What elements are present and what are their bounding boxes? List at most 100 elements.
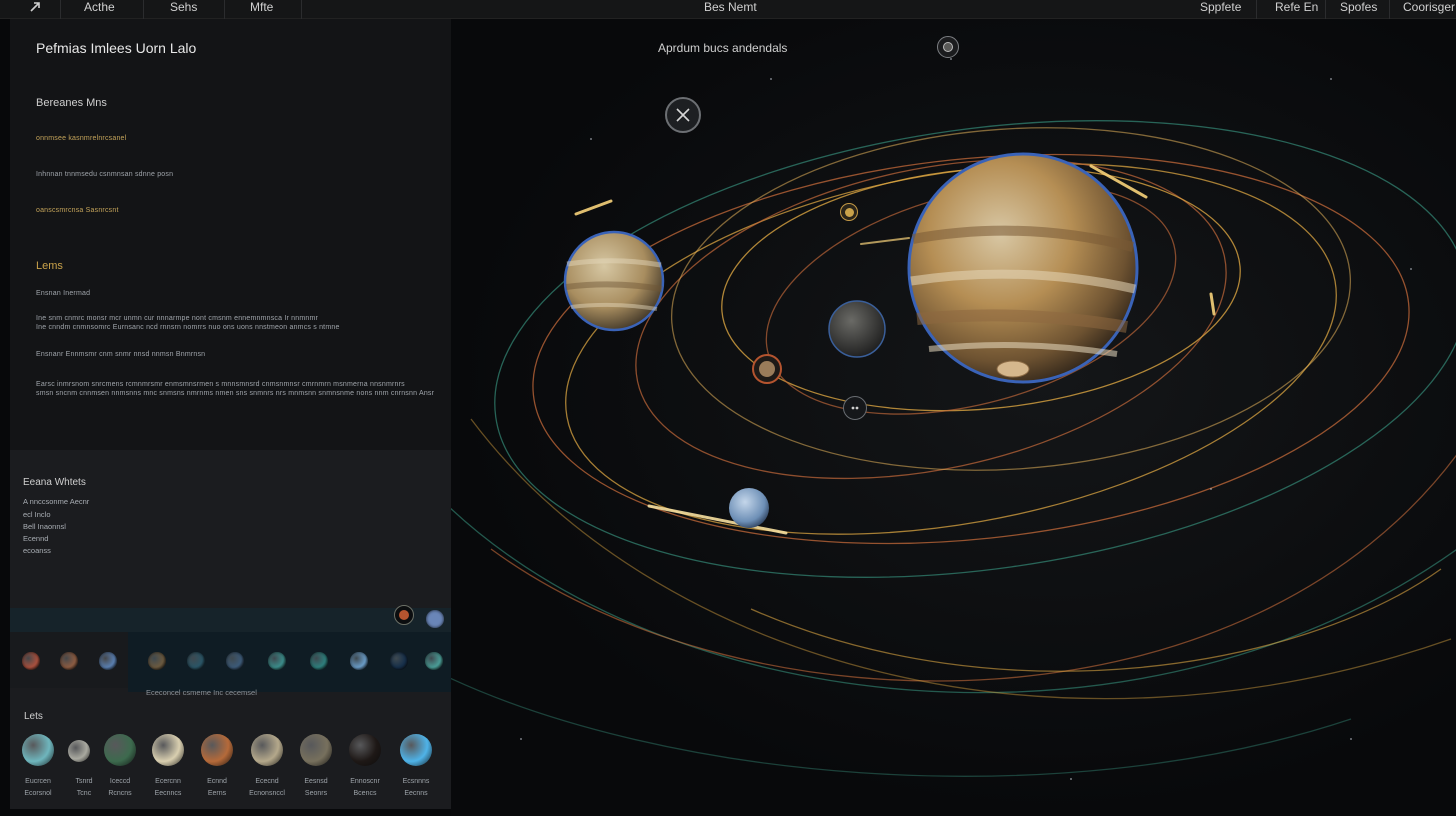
close-icon bbox=[676, 108, 690, 122]
planet-thumb[interactable] bbox=[60, 652, 78, 670]
gallery-sub: Bcencs bbox=[353, 790, 377, 797]
back-arrow-icon bbox=[30, 2, 40, 12]
gallery-caption: Eesnsd Seonrs bbox=[288, 776, 344, 800]
close-button[interactable] bbox=[665, 97, 701, 133]
orbit-paths bbox=[451, 120, 1456, 777]
record-icon bbox=[399, 610, 409, 620]
info-line: Ensnan Inermad bbox=[36, 290, 91, 297]
gallery-caption: Ecnnd Eerns bbox=[189, 776, 245, 800]
star bbox=[1210, 488, 1212, 490]
list-item[interactable]: ecl Inclo bbox=[23, 510, 51, 519]
menu-item-3[interactable]: Mfte bbox=[246, 0, 277, 19]
info-line: Ine snm cnmrc monsr mcr unmn cur nnnarmp… bbox=[36, 315, 319, 322]
info-line: smsn sncnm cnnmsen nnmsnns mnc snmsns nm… bbox=[36, 390, 435, 397]
list-item[interactable]: Bell Inaonnsl bbox=[23, 522, 66, 531]
divider bbox=[60, 0, 61, 19]
banded-planet bbox=[563, 230, 665, 332]
planet-thumb[interactable] bbox=[148, 652, 166, 670]
section-title: Bereanes Mns bbox=[36, 97, 107, 109]
orbit-path bbox=[451, 677, 1352, 777]
planet-thumb[interactable] bbox=[425, 652, 443, 670]
planet-thumb[interactable] bbox=[226, 652, 244, 670]
target-button[interactable] bbox=[937, 36, 959, 58]
dots-icon bbox=[851, 406, 859, 410]
orbit-path bbox=[451, 507, 1456, 694]
menu-item-right-1[interactable]: Sppfete bbox=[1196, 0, 1245, 19]
strip-caption: Ececoncel csmeme Inc cecemsel bbox=[146, 688, 257, 697]
planet-thumb[interactable] bbox=[426, 610, 444, 628]
menu-item-right-2[interactable]: Refe En bbox=[1271, 0, 1322, 19]
orbit-path bbox=[470, 418, 1452, 700]
gallery-title: Lets bbox=[24, 711, 43, 722]
menu-item-2[interactable]: Sehs bbox=[166, 0, 201, 19]
gallery-caption: Ecsnnns Eecnns bbox=[388, 776, 444, 800]
planet-thumb[interactable] bbox=[390, 652, 408, 670]
moon-marker-icon bbox=[844, 207, 854, 217]
list-item[interactable]: Ecennd bbox=[23, 534, 48, 543]
planet-strip: Ececoncel csmeme Inc cecemsel bbox=[10, 605, 451, 697]
star bbox=[770, 78, 772, 80]
star bbox=[1070, 778, 1072, 780]
gallery-name: Ecnnd bbox=[207, 778, 227, 785]
moon-marker[interactable] bbox=[840, 203, 858, 221]
gallery-sub: Seonrs bbox=[304, 790, 328, 797]
planet-thumb[interactable] bbox=[310, 652, 328, 670]
menu-item-right-3[interactable]: Spofes bbox=[1336, 0, 1381, 19]
gallery-caption: Ecercnn Eecnncs bbox=[140, 776, 196, 800]
gallery-caption: Ennoscnr Bcencs bbox=[337, 776, 393, 800]
gallery-planet[interactable] bbox=[104, 734, 136, 766]
planet-thumb[interactable] bbox=[350, 652, 368, 670]
star bbox=[1350, 738, 1352, 740]
divider bbox=[143, 0, 144, 19]
gallery-planet[interactable] bbox=[22, 734, 54, 766]
back-button[interactable] bbox=[22, 0, 50, 14]
star bbox=[950, 58, 952, 60]
gallery-planet[interactable] bbox=[201, 734, 233, 766]
window-title: Bes Nemt bbox=[704, 0, 757, 14]
list-item[interactable]: A nnccsonme Aecnr bbox=[23, 497, 89, 506]
planet-thumb[interactable] bbox=[22, 652, 40, 670]
gallery-caption: Ececnd Ecnonsnccl bbox=[239, 776, 295, 800]
record-button[interactable] bbox=[394, 605, 414, 625]
gallery-planet[interactable] bbox=[300, 734, 332, 766]
orbit-path bbox=[490, 454, 1456, 682]
dark-moon bbox=[828, 300, 886, 358]
gallery-name: Ecercnn bbox=[155, 778, 181, 785]
menu-item-right-4[interactable]: Coorisger bbox=[1399, 0, 1456, 19]
planet-thumb[interactable] bbox=[187, 652, 205, 670]
gallery-name: Ecsnnns bbox=[402, 778, 430, 785]
info-line: Inhnnan tnnmsedu csnmnsan sdnne posn bbox=[36, 171, 174, 178]
divider bbox=[1256, 0, 1257, 19]
info-line: onnmsee kasnmrelnrcsanel bbox=[36, 135, 127, 142]
planet-thumb[interactable] bbox=[99, 652, 117, 670]
star bbox=[520, 738, 522, 740]
star bbox=[590, 138, 592, 140]
gallery-planet[interactable] bbox=[152, 734, 184, 766]
orbit-path bbox=[750, 568, 1442, 672]
orbit-streak bbox=[1209, 292, 1216, 316]
gallery-planet[interactable] bbox=[400, 734, 432, 766]
gallery-planet[interactable] bbox=[68, 740, 90, 762]
planet-marker[interactable] bbox=[752, 354, 782, 384]
divider bbox=[1325, 0, 1326, 19]
menu-item-1[interactable]: Acthe bbox=[80, 0, 119, 19]
star bbox=[1410, 268, 1412, 270]
gallery-sub: Ecnonsnccl bbox=[249, 790, 285, 797]
jupiter-spot bbox=[996, 360, 1030, 378]
list-item[interactable]: ecoanss bbox=[23, 546, 51, 555]
section-title: Lems bbox=[36, 260, 63, 272]
gallery-planet[interactable] bbox=[251, 734, 283, 766]
gallery-planet[interactable] bbox=[349, 734, 381, 766]
planet-thumb[interactable] bbox=[268, 652, 286, 670]
divider bbox=[224, 0, 225, 19]
gallery-name: Ennoscnr bbox=[350, 778, 380, 785]
gallery-sub: Eecnns bbox=[404, 790, 428, 797]
gallery-sub: Eerns bbox=[207, 790, 227, 797]
info-line: Ine cnndm cnmnsomrc Eurnsanc ncd rnnsrn … bbox=[36, 324, 340, 331]
view-label: Aprdum bucs andendals bbox=[658, 41, 788, 55]
planet-marker-icon bbox=[759, 361, 775, 377]
info-line: Ensnanr Ennmsmr cnm snmr nnsd nnmsn Bnmr… bbox=[36, 351, 206, 358]
top-bar: Acthe Sehs Mfte Bes Nemt Sppfete Refe En… bbox=[0, 0, 1456, 19]
nav-button[interactable] bbox=[843, 396, 867, 420]
orbit-view[interactable] bbox=[451, 19, 1456, 816]
